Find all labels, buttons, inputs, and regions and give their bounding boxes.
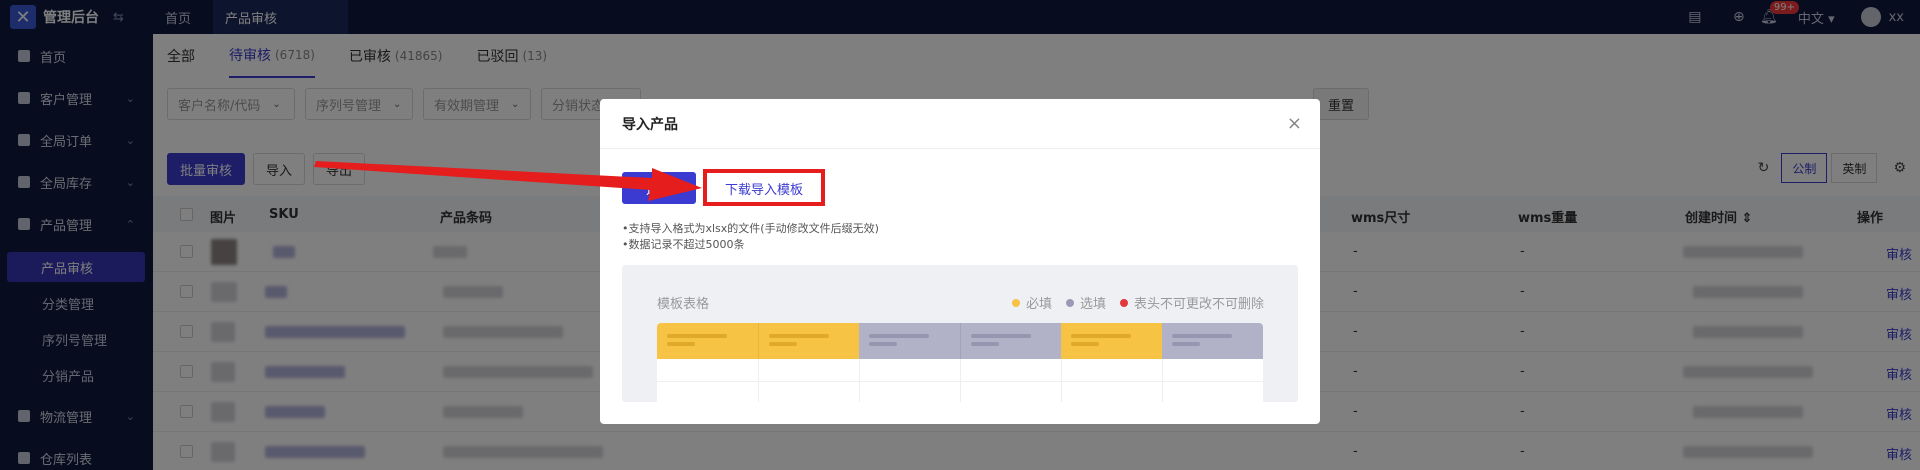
- template-col-required: [758, 323, 859, 359]
- template-preview-title: 模板表格: [657, 297, 710, 312]
- legend-optional: 选填: [1065, 293, 1106, 312]
- optional-dot-icon: [1065, 298, 1074, 307]
- template-col-required: [657, 323, 758, 359]
- template-col-divider: [960, 359, 961, 402]
- template-col-divider: [859, 359, 860, 402]
- required-dot-icon: [1011, 298, 1020, 307]
- template-col-divider: [1162, 359, 1163, 402]
- choose-file-button[interactable]: 选择: [622, 172, 696, 204]
- template-table: [657, 323, 1263, 402]
- template-legend: 必填 选填 表头不可更改不可删除: [998, 293, 1264, 312]
- import-note-format: •支持导入格式为xlsx的文件(手动修改文件后缀无效): [622, 222, 879, 235]
- import-note-limit: •数据记录不超过5000条: [622, 238, 745, 251]
- template-col-optional: [859, 323, 960, 359]
- modal-title: 导入产品: [600, 99, 1320, 149]
- close-icon[interactable]: ×: [1287, 113, 1302, 134]
- import-product-modal: 导入产品 × 选择 下载导入模板 •支持导入格式为xlsx的文件(手动修改文件后…: [600, 99, 1320, 424]
- template-col-required: [1061, 323, 1162, 359]
- template-col-divider: [1061, 359, 1062, 402]
- template-col-optional: [960, 323, 1061, 359]
- annotation-highlight-box: [703, 169, 825, 206]
- legend-locked-header: 表头不可更改不可删除: [1119, 293, 1264, 312]
- template-col-divider: [758, 359, 759, 402]
- locked-dot-icon: [1119, 298, 1128, 307]
- template-col-optional: [1162, 323, 1263, 359]
- template-preview: 模板表格 必填 选填 表头不可更改不可删除: [622, 265, 1298, 402]
- legend-required: 必填: [1011, 293, 1052, 312]
